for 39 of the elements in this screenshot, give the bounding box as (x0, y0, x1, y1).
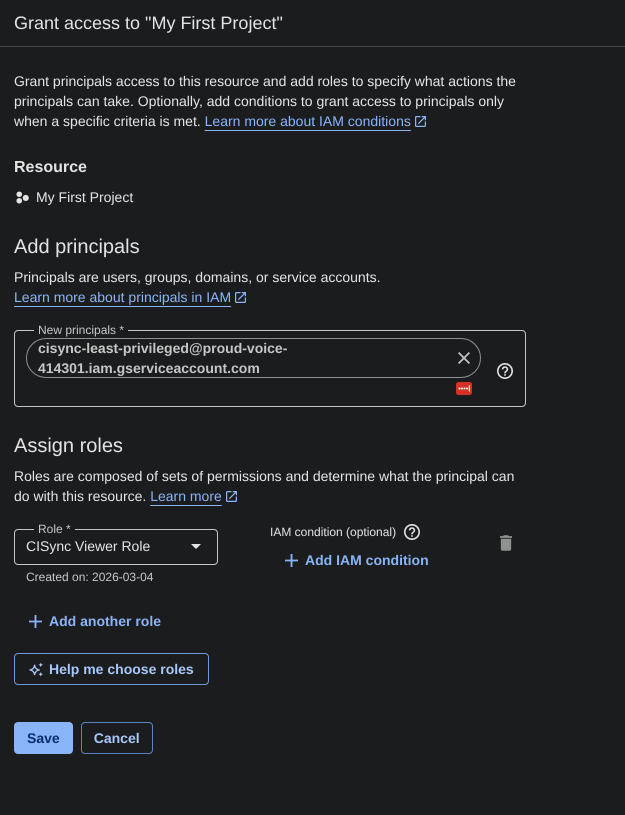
learn-more-link[interactable]: Learn more (150, 488, 222, 504)
section-heading: Assign roles (14, 434, 123, 459)
resource-name: My First Project (36, 188, 134, 207)
external-link-icon (226, 491, 237, 502)
select-value: CISync Viewer Role (26, 537, 152, 556)
condition-label: IAM condition (optional) (270, 524, 396, 540)
help-choose-roles-button[interactable]: Help me choose roles (14, 653, 209, 685)
help-icon[interactable] (404, 524, 420, 540)
field-label: Role * (37, 522, 72, 536)
help-icon[interactable] (497, 362, 513, 378)
field-label: New principals * (37, 323, 126, 337)
section-heading: Resource (14, 158, 87, 178)
section-description: Roles are composed of sets of permissions and determine what the principal can do with this resource. Learn more (14, 467, 516, 506)
section-heading: Add principals (14, 235, 140, 260)
delete-button[interactable] (500, 535, 512, 551)
role-hint: Created on: 2026-03-04 (26, 569, 154, 585)
chip-text: cisync-least-privileged@proud-voice-414301.iam.gserviceaccount.com (38, 339, 288, 378)
learn-more-link[interactable]: Learn more about IAM conditions (204, 113, 411, 129)
sparkle-icon (29, 662, 44, 676)
learn-more-link[interactable]: Learn more about principals in IAM (14, 289, 232, 305)
plus-icon (285, 554, 298, 566)
dots-badge-icon[interactable] (456, 382, 472, 395)
close-icon (458, 352, 470, 364)
intro-text: Grant principals access to this resource and add roles to specify what actions the principals can take. Optionally, add conditions to grant access to principals only when a specific criteria is met. Learn more about IAM conditions (14, 72, 517, 131)
external-link-icon (414, 116, 426, 127)
save-button[interactable]: Save (14, 722, 73, 754)
dialog-title: Grant access to "My First Project" (14, 12, 283, 35)
add-condition-button[interactable]: Add IAM condition (277, 546, 437, 574)
caret-icon (191, 544, 201, 548)
section-description: Principals are users, groups, domains, or service accounts. Learn more about principals in IAM (14, 268, 382, 307)
plus-icon (29, 614, 42, 628)
external-link-icon (235, 292, 246, 303)
principals-field[interactable]: New principals * cisync-least-privileged@proud-voice-414301.iam.gserviceaccount.com (14, 323, 526, 407)
trash-icon (500, 535, 512, 551)
role-select[interactable]: Role * CISync Viewer Role (14, 522, 218, 565)
close-button[interactable] (456, 350, 472, 366)
cancel-button[interactable]: Cancel (80, 722, 153, 754)
add-role-button[interactable]: Add another role (20, 603, 170, 639)
project-icon (16, 190, 29, 204)
